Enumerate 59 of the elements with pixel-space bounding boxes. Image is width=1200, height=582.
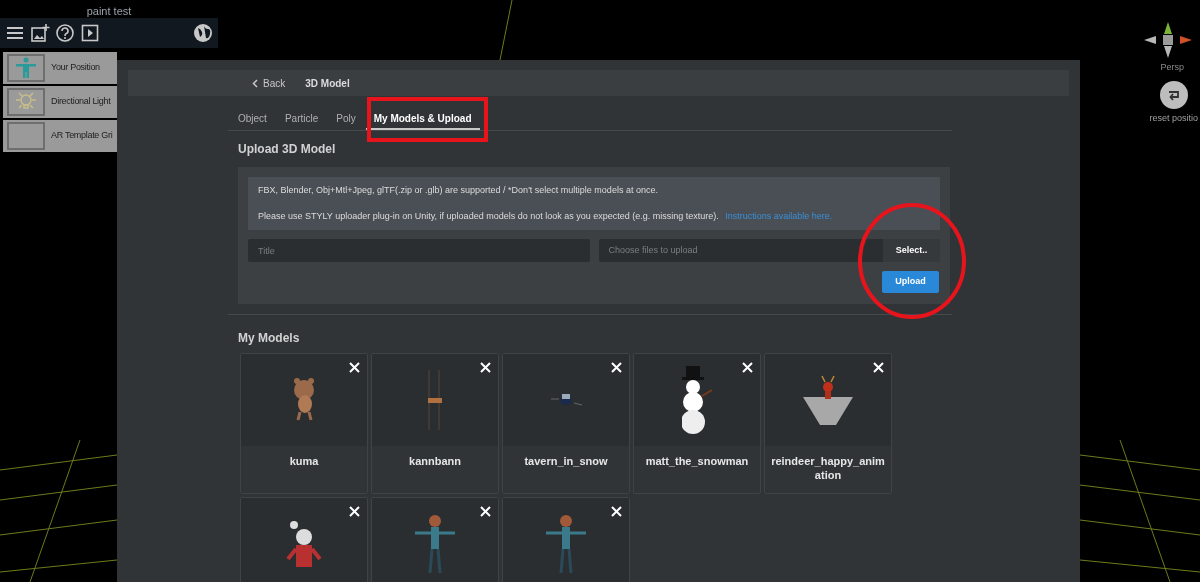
close-icon[interactable] [742, 362, 753, 373]
grid-line [499, 0, 513, 61]
play-icon[interactable] [80, 23, 100, 43]
reset-label: reset positio [1149, 111, 1198, 125]
model-card[interactable]: reindeer_happy_animation [764, 353, 892, 494]
tab[interactable]: My Models & Upload [365, 108, 480, 130]
reset-button[interactable] [1160, 80, 1188, 109]
close-icon[interactable] [480, 362, 491, 373]
model-preview-drawing [415, 515, 455, 573]
title-field[interactable]: Title [248, 239, 590, 262]
back-button[interactable]: Back [252, 75, 286, 91]
close-icon[interactable] [349, 362, 360, 373]
scene-item[interactable]: AR Template Gri [3, 120, 117, 152]
select-button[interactable]: Select.. [883, 239, 940, 262]
view-gizmo-icon [1144, 22, 1192, 58]
hint-text: Please use STYLY uploader plug-in on Unity, if uploaded models do not look as you expected (e.g. missing texture). Instructions available here. [258, 209, 834, 223]
item-label: Your Position [51, 61, 100, 75]
scene-item[interactable]: Directional Light [3, 86, 117, 118]
help-icon[interactable] [55, 23, 75, 43]
model-name: kuma [289, 454, 319, 468]
model-preview-drawing [549, 393, 583, 407]
close-icon[interactable] [480, 506, 491, 517]
add-image-icon[interactable] [30, 23, 50, 43]
person-icon [15, 57, 37, 79]
upload-button[interactable]: Upload [882, 271, 939, 293]
model-name: reindeer_happy_animation [770, 454, 886, 482]
item-label: AR Template Gri [51, 129, 113, 143]
model-name: kannbann [409, 454, 461, 468]
notice-text: FBX, Blender, Obj+Mtl+Jpeg, glTF(.zip or .glb) are supported / *Don't select multiple models at once. [258, 184, 659, 197]
tab[interactable]: Poly [328, 108, 364, 130]
close-icon[interactable] [611, 362, 622, 373]
chevron-left-icon [252, 78, 258, 88]
close-icon[interactable] [873, 362, 884, 373]
model-name: tavern_in_snow [524, 454, 608, 468]
view-mode-label: Persp [1160, 61, 1184, 74]
model-preview-drawing [294, 378, 314, 422]
item-thumbnail [7, 122, 45, 150]
model-preview-drawing [427, 370, 443, 430]
item-label: Directional Light [51, 95, 111, 109]
scene-item[interactable]: Your Position [3, 52, 117, 84]
close-icon[interactable] [349, 506, 360, 517]
file-field[interactable]: Choose files to upload Select.. [598, 239, 940, 262]
section-heading: Upload 3D Model [238, 141, 337, 158]
model-preview-drawing [681, 366, 713, 434]
model-card[interactable]: tavern_in_snow [502, 353, 630, 494]
model-name: matt_the_snowman [645, 454, 749, 468]
model-card[interactable]: kuma [240, 353, 368, 494]
tab[interactable]: Object [230, 108, 275, 130]
model-preview-drawing [803, 375, 853, 425]
app-title: paint test [86, 5, 132, 17]
model-card[interactable]: matt_the_snowman [633, 353, 761, 494]
globe-icon[interactable] [193, 23, 213, 43]
tab[interactable]: Particle [276, 108, 327, 130]
dialog-title: 3D Model [305, 76, 350, 91]
section-heading: My Models [238, 330, 301, 347]
close-icon[interactable] [611, 506, 622, 517]
model-card[interactable]: kannbann [371, 353, 499, 494]
model-preview-drawing [546, 515, 586, 573]
model-preview-drawing [286, 521, 322, 567]
